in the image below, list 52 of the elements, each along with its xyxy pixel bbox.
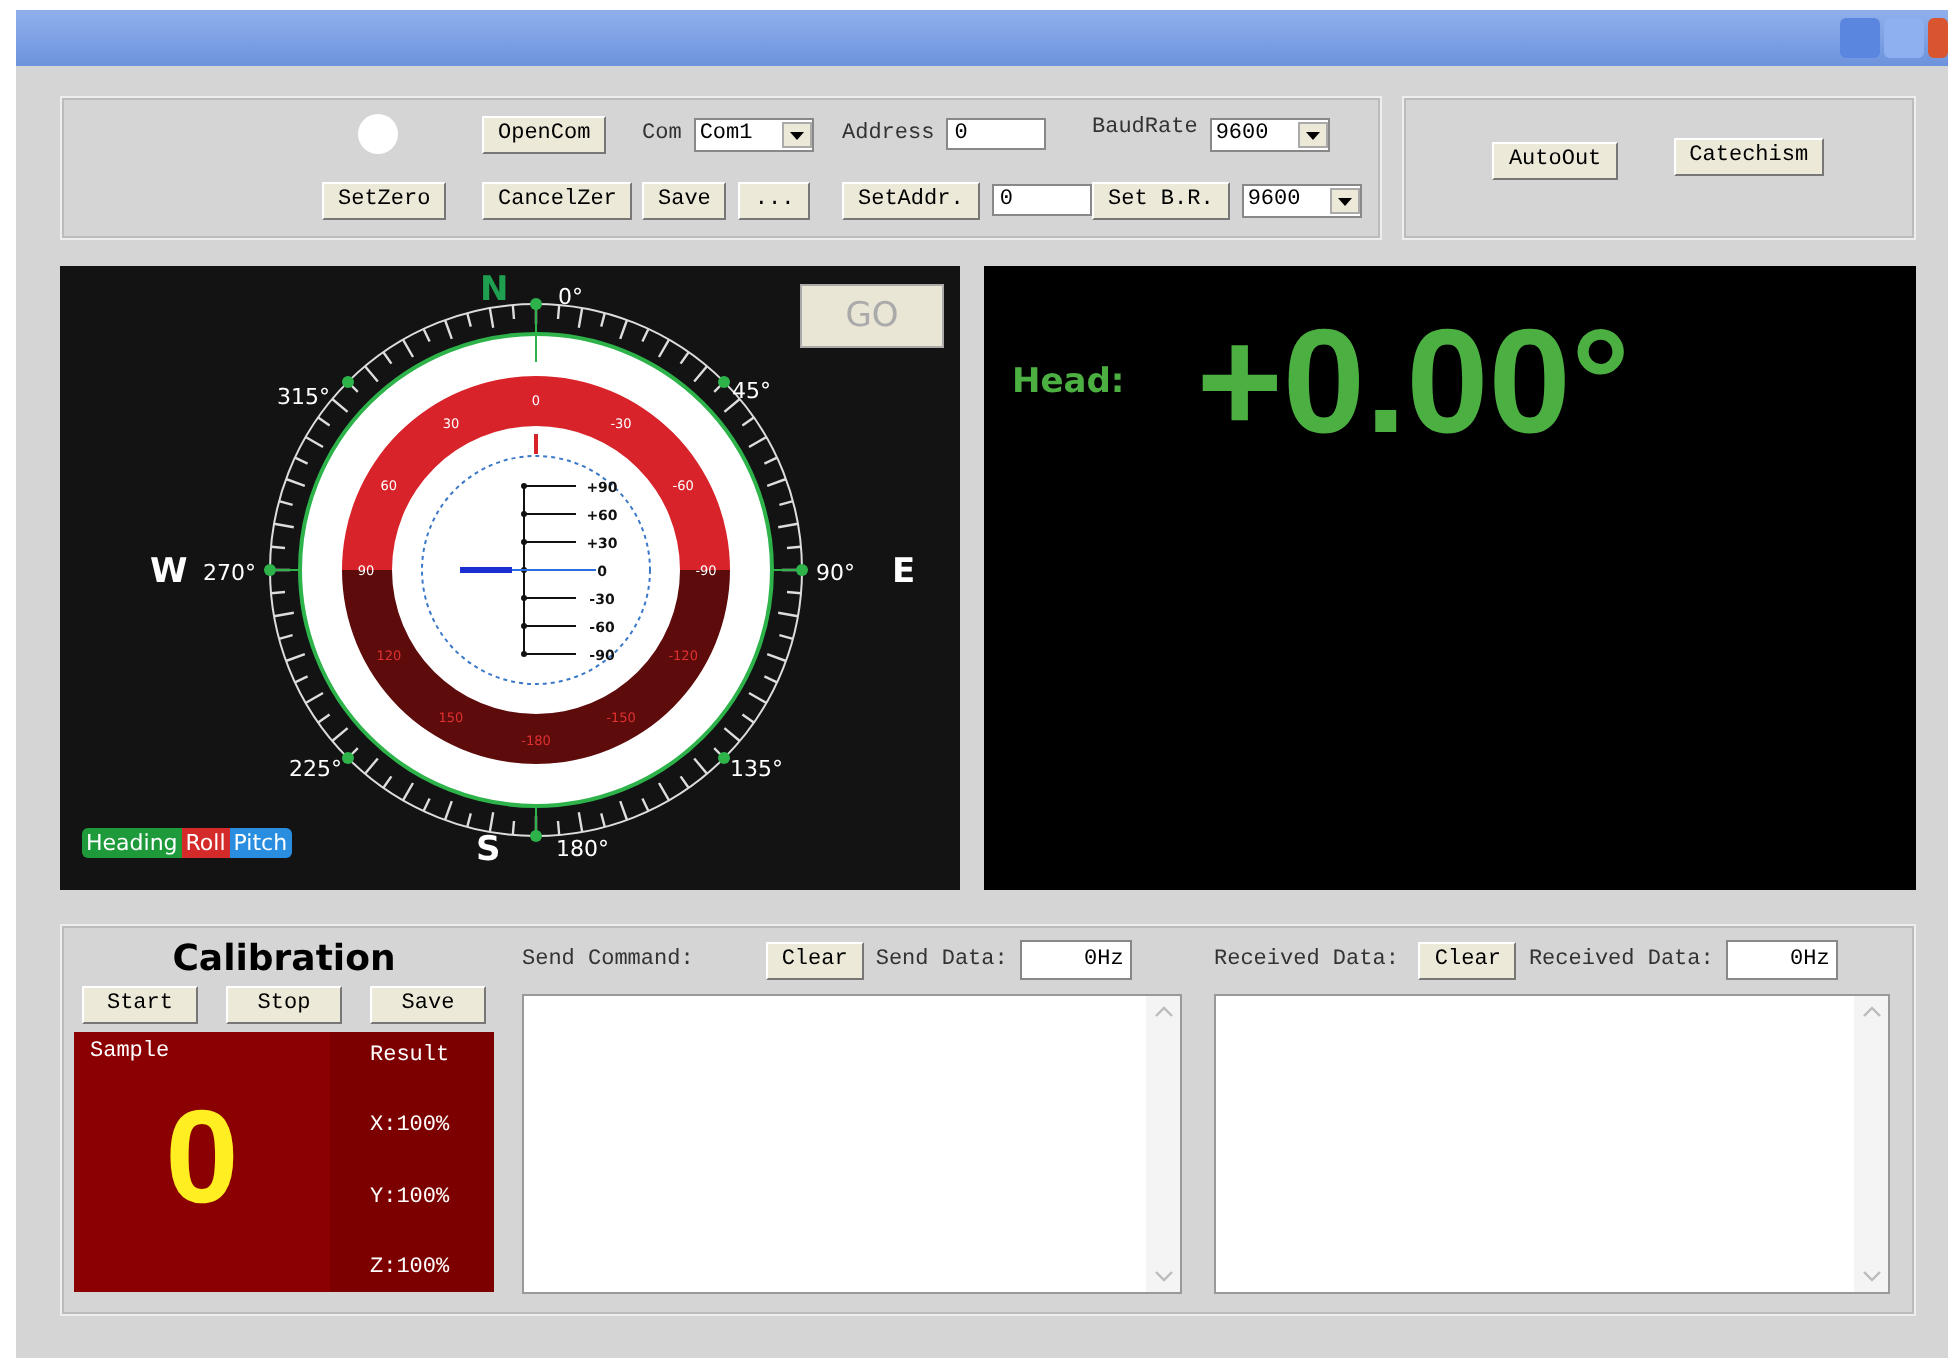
heading-label: 315°: [277, 384, 330, 410]
data-rate-label: Send Data:: [875, 948, 1008, 972]
set-zero-button[interactable]: SetZero: [322, 181, 447, 219]
result-value: Y:100%: [370, 1185, 452, 1210]
heading-label: 0°: [558, 284, 583, 310]
received-data-label: Received Data:: [1214, 948, 1399, 972]
dropdown[interactable]: Com1: [693, 117, 814, 151]
cardinal-label: E: [892, 552, 916, 592]
result-value: X:100%: [370, 1114, 452, 1139]
com-label: Com: [642, 122, 682, 146]
calibration-button[interactable]: Stop: [226, 986, 342, 1024]
result-value: Z:100%: [370, 1255, 452, 1280]
cardinal-label: W: [150, 552, 188, 592]
calibration-button[interactable]: Save: [370, 986, 486, 1024]
clear-button[interactable]: Clear: [1418, 941, 1517, 979]
sample-count: 0: [165, 1080, 239, 1232]
set-address-button[interactable]: SetAddr.: [842, 181, 980, 219]
heading-value: +0.00°: [1196, 302, 1631, 462]
calibration-title: Calibration: [172, 938, 396, 984]
save-button[interactable]: Save: [642, 181, 727, 219]
heading-label: 180°: [556, 836, 609, 862]
heading-label: 135°: [730, 756, 783, 782]
set-baud-rate-button[interactable]: Set B.R.: [1092, 181, 1230, 219]
cardinal-label: N: [480, 270, 509, 310]
address-field[interactable]: 0: [991, 184, 1092, 216]
sample-label: Sample: [90, 1040, 172, 1064]
address-field[interactable]: 0: [946, 118, 1047, 150]
heading-label: Head:: [1012, 362, 1125, 402]
legend-tag: Pitch: [229, 828, 292, 858]
result-label: Result: [370, 1044, 452, 1068]
calibration-button[interactable]: Start: [82, 986, 198, 1024]
open-button[interactable]: OpenCom: [482, 115, 607, 153]
heading-label: 45°: [732, 378, 771, 404]
legend-tag: Heading: [82, 828, 182, 858]
data-rate-label: Received Data:: [1528, 948, 1714, 972]
dropdown[interactable]: 9600: [1241, 183, 1362, 217]
address-label: Address: [842, 122, 935, 146]
clear-button[interactable]: Clear: [765, 941, 864, 979]
data-rate-field[interactable]: 0Hz: [1725, 940, 1838, 980]
cancel-zero-button[interactable]: CancelZer: [482, 181, 633, 219]
action-button[interactable]: Catechism: [1673, 137, 1825, 175]
heading-label: 270°: [203, 560, 256, 586]
heading-label: 90°: [816, 560, 855, 586]
more-button[interactable]: ...: [738, 181, 811, 219]
baud-rate-label: BaudRate: [1092, 116, 1198, 140]
action-button[interactable]: AutoOut: [1492, 141, 1618, 179]
cardinal-label: S: [476, 830, 501, 870]
dropdown[interactable]: 9600: [1209, 117, 1330, 151]
send-command-label: Send Command:: [522, 948, 694, 972]
legend-tag: Roll: [181, 828, 230, 858]
heading-label: 225°: [289, 756, 342, 782]
data-rate-field[interactable]: 0Hz: [1019, 940, 1132, 980]
